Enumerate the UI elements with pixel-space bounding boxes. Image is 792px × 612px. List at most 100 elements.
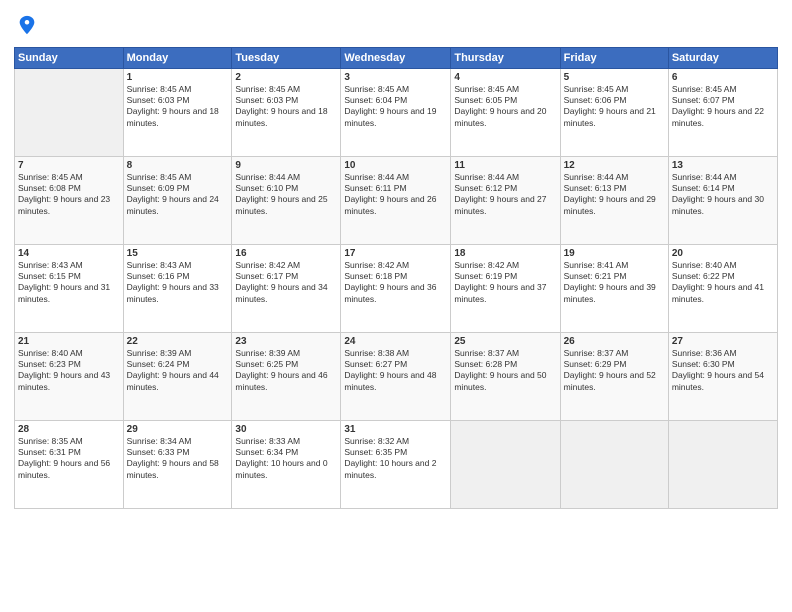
calendar-cell: 27Sunrise: 8:36 AMSunset: 6:30 PMDayligh… (668, 332, 777, 420)
day-info: Sunrise: 8:43 AMSunset: 6:16 PMDaylight:… (127, 260, 229, 306)
calendar-cell: 18Sunrise: 8:42 AMSunset: 6:19 PMDayligh… (451, 244, 560, 332)
page: SundayMondayTuesdayWednesdayThursdayFrid… (0, 0, 792, 612)
day-info: Sunrise: 8:42 AMSunset: 6:18 PMDaylight:… (344, 260, 447, 306)
calendar-cell: 4Sunrise: 8:45 AMSunset: 6:05 PMDaylight… (451, 68, 560, 156)
day-info: Sunrise: 8:45 AMSunset: 6:03 PMDaylight:… (127, 84, 229, 130)
day-info: Sunrise: 8:44 AMSunset: 6:12 PMDaylight:… (454, 172, 556, 218)
day-info: Sunrise: 8:37 AMSunset: 6:28 PMDaylight:… (454, 348, 556, 394)
calendar-cell: 8Sunrise: 8:45 AMSunset: 6:09 PMDaylight… (123, 156, 232, 244)
calendar-cell: 1Sunrise: 8:45 AMSunset: 6:03 PMDaylight… (123, 68, 232, 156)
calendar-cell: 12Sunrise: 8:44 AMSunset: 6:13 PMDayligh… (560, 156, 668, 244)
calendar-cell: 5Sunrise: 8:45 AMSunset: 6:06 PMDaylight… (560, 68, 668, 156)
calendar-cell (668, 420, 777, 508)
day-number: 19 (564, 248, 665, 259)
day-number: 12 (564, 160, 665, 171)
calendar-week-row: 14Sunrise: 8:43 AMSunset: 6:15 PMDayligh… (15, 244, 778, 332)
day-number: 2 (235, 72, 337, 83)
day-number: 6 (672, 72, 774, 83)
calendar-week-row: 1Sunrise: 8:45 AMSunset: 6:03 PMDaylight… (15, 68, 778, 156)
calendar-cell: 3Sunrise: 8:45 AMSunset: 6:04 PMDaylight… (341, 68, 451, 156)
day-number: 17 (344, 248, 447, 259)
calendar-table: SundayMondayTuesdayWednesdayThursdayFrid… (14, 47, 778, 509)
weekday-header: Thursday (451, 47, 560, 68)
day-info: Sunrise: 8:37 AMSunset: 6:29 PMDaylight:… (564, 348, 665, 394)
day-number: 7 (18, 160, 120, 171)
calendar-cell: 9Sunrise: 8:44 AMSunset: 6:10 PMDaylight… (232, 156, 341, 244)
day-info: Sunrise: 8:33 AMSunset: 6:34 PMDaylight:… (235, 436, 337, 482)
day-number: 9 (235, 160, 337, 171)
calendar-cell: 20Sunrise: 8:40 AMSunset: 6:22 PMDayligh… (668, 244, 777, 332)
day-number: 22 (127, 336, 229, 347)
day-number: 25 (454, 336, 556, 347)
calendar-cell: 13Sunrise: 8:44 AMSunset: 6:14 PMDayligh… (668, 156, 777, 244)
calendar-cell: 14Sunrise: 8:43 AMSunset: 6:15 PMDayligh… (15, 244, 124, 332)
day-number: 10 (344, 160, 447, 171)
day-info: Sunrise: 8:32 AMSunset: 6:35 PMDaylight:… (344, 436, 447, 482)
day-number: 14 (18, 248, 120, 259)
calendar-cell: 10Sunrise: 8:44 AMSunset: 6:11 PMDayligh… (341, 156, 451, 244)
calendar-cell: 30Sunrise: 8:33 AMSunset: 6:34 PMDayligh… (232, 420, 341, 508)
calendar-cell (560, 420, 668, 508)
day-info: Sunrise: 8:44 AMSunset: 6:14 PMDaylight:… (672, 172, 774, 218)
day-info: Sunrise: 8:43 AMSunset: 6:15 PMDaylight:… (18, 260, 120, 306)
calendar-header: SundayMondayTuesdayWednesdayThursdayFrid… (15, 47, 778, 68)
day-info: Sunrise: 8:40 AMSunset: 6:23 PMDaylight:… (18, 348, 120, 394)
day-info: Sunrise: 8:44 AMSunset: 6:11 PMDaylight:… (344, 172, 447, 218)
day-number: 26 (564, 336, 665, 347)
weekday-header: Monday (123, 47, 232, 68)
calendar-cell: 15Sunrise: 8:43 AMSunset: 6:16 PMDayligh… (123, 244, 232, 332)
day-number: 29 (127, 424, 229, 435)
day-number: 24 (344, 336, 447, 347)
calendar-cell: 17Sunrise: 8:42 AMSunset: 6:18 PMDayligh… (341, 244, 451, 332)
day-number: 21 (18, 336, 120, 347)
calendar-cell: 31Sunrise: 8:32 AMSunset: 6:35 PMDayligh… (341, 420, 451, 508)
calendar-week-row: 28Sunrise: 8:35 AMSunset: 6:31 PMDayligh… (15, 420, 778, 508)
day-info: Sunrise: 8:44 AMSunset: 6:13 PMDaylight:… (564, 172, 665, 218)
day-info: Sunrise: 8:45 AMSunset: 6:08 PMDaylight:… (18, 172, 120, 218)
day-number: 28 (18, 424, 120, 435)
day-number: 27 (672, 336, 774, 347)
calendar-week-row: 7Sunrise: 8:45 AMSunset: 6:08 PMDaylight… (15, 156, 778, 244)
calendar-cell: 28Sunrise: 8:35 AMSunset: 6:31 PMDayligh… (15, 420, 124, 508)
day-info: Sunrise: 8:39 AMSunset: 6:24 PMDaylight:… (127, 348, 229, 394)
day-info: Sunrise: 8:45 AMSunset: 6:04 PMDaylight:… (344, 84, 447, 130)
weekday-header: Tuesday (232, 47, 341, 68)
day-info: Sunrise: 8:45 AMSunset: 6:09 PMDaylight:… (127, 172, 229, 218)
day-info: Sunrise: 8:42 AMSunset: 6:19 PMDaylight:… (454, 260, 556, 306)
calendar-week-row: 21Sunrise: 8:40 AMSunset: 6:23 PMDayligh… (15, 332, 778, 420)
day-number: 4 (454, 72, 556, 83)
calendar-cell: 21Sunrise: 8:40 AMSunset: 6:23 PMDayligh… (15, 332, 124, 420)
weekday-header: Wednesday (341, 47, 451, 68)
calendar-cell: 29Sunrise: 8:34 AMSunset: 6:33 PMDayligh… (123, 420, 232, 508)
calendar-cell: 19Sunrise: 8:41 AMSunset: 6:21 PMDayligh… (560, 244, 668, 332)
day-number: 3 (344, 72, 447, 83)
calendar-cell: 7Sunrise: 8:45 AMSunset: 6:08 PMDaylight… (15, 156, 124, 244)
calendar-cell: 26Sunrise: 8:37 AMSunset: 6:29 PMDayligh… (560, 332, 668, 420)
calendar-cell: 16Sunrise: 8:42 AMSunset: 6:17 PMDayligh… (232, 244, 341, 332)
logo (14, 14, 38, 41)
day-info: Sunrise: 8:42 AMSunset: 6:17 PMDaylight:… (235, 260, 337, 306)
day-number: 5 (564, 72, 665, 83)
calendar-cell (451, 420, 560, 508)
day-number: 1 (127, 72, 229, 83)
day-number: 13 (672, 160, 774, 171)
calendar-cell: 24Sunrise: 8:38 AMSunset: 6:27 PMDayligh… (341, 332, 451, 420)
day-info: Sunrise: 8:34 AMSunset: 6:33 PMDaylight:… (127, 436, 229, 482)
calendar-cell: 11Sunrise: 8:44 AMSunset: 6:12 PMDayligh… (451, 156, 560, 244)
day-number: 15 (127, 248, 229, 259)
day-info: Sunrise: 8:44 AMSunset: 6:10 PMDaylight:… (235, 172, 337, 218)
day-info: Sunrise: 8:38 AMSunset: 6:27 PMDaylight:… (344, 348, 447, 394)
day-number: 31 (344, 424, 447, 435)
day-info: Sunrise: 8:39 AMSunset: 6:25 PMDaylight:… (235, 348, 337, 394)
weekday-header: Saturday (668, 47, 777, 68)
day-info: Sunrise: 8:40 AMSunset: 6:22 PMDaylight:… (672, 260, 774, 306)
day-info: Sunrise: 8:45 AMSunset: 6:07 PMDaylight:… (672, 84, 774, 130)
day-number: 20 (672, 248, 774, 259)
logo-text (14, 14, 38, 41)
logo-icon (16, 14, 38, 36)
day-number: 30 (235, 424, 337, 435)
weekday-header: Sunday (15, 47, 124, 68)
day-number: 8 (127, 160, 229, 171)
calendar-cell: 6Sunrise: 8:45 AMSunset: 6:07 PMDaylight… (668, 68, 777, 156)
day-info: Sunrise: 8:45 AMSunset: 6:03 PMDaylight:… (235, 84, 337, 130)
